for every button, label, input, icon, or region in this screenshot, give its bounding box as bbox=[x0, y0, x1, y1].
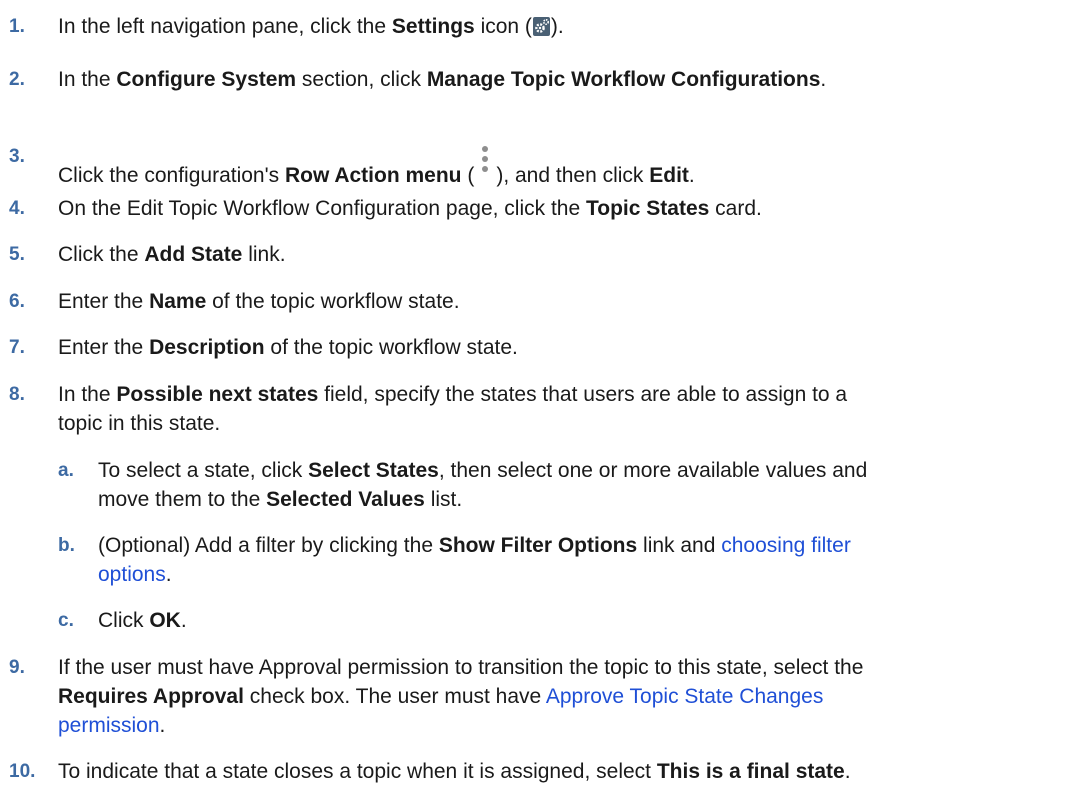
step-text: Enter the Description of the topic workf… bbox=[58, 336, 518, 359]
approve-topic-state-changes-link[interactable]: Approve Topic State Changes bbox=[546, 685, 823, 708]
step-number: 8. bbox=[9, 384, 25, 405]
step-text: If the user must have Approval permissio… bbox=[58, 656, 864, 737]
step-number: 2. bbox=[9, 69, 25, 90]
substep-text: Click OK. bbox=[98, 609, 187, 632]
step-number: 9. bbox=[9, 657, 25, 678]
kebab-menu-icon bbox=[478, 142, 492, 180]
step-text: To indicate that a state closes a topic … bbox=[58, 760, 851, 783]
substep-text: (Optional) Add a filter by clicking the … bbox=[98, 534, 851, 586]
substep-text: To select a state, click Select States, … bbox=[98, 459, 868, 511]
substep-letter: c. bbox=[58, 610, 74, 631]
step-text: Enter the Name of the topic workflow sta… bbox=[58, 290, 460, 313]
instruction-document: 1. In the left navigation pane, click th… bbox=[0, 0, 1084, 811]
substep-letter: b. bbox=[58, 535, 75, 556]
substep-letter: a. bbox=[58, 460, 74, 481]
step-number: 6. bbox=[9, 291, 25, 312]
step-number: 10. bbox=[9, 761, 36, 782]
step-text: On the Edit Topic Workflow Configuration… bbox=[58, 197, 762, 220]
choosing-filter-options-link-cont[interactable]: options bbox=[98, 563, 166, 586]
step-number: 4. bbox=[9, 198, 25, 219]
step-number: 1. bbox=[9, 16, 25, 37]
step-number: 3. bbox=[9, 146, 25, 167]
approve-topic-state-changes-link-cont[interactable]: permission bbox=[58, 714, 160, 737]
step-text: Click the configuration's Row Action men… bbox=[58, 142, 1062, 190]
choosing-filter-options-link[interactable]: choosing filter bbox=[721, 534, 851, 557]
step-text: Click the Add State link. bbox=[58, 243, 286, 266]
step-text: In the Configure System section, click M… bbox=[58, 68, 827, 91]
step-number: 5. bbox=[9, 244, 25, 265]
step-text: In the Possible next states field, speci… bbox=[58, 383, 848, 435]
step-number: 7. bbox=[9, 337, 25, 358]
settings-gear-icon bbox=[532, 17, 550, 36]
step-text: In the left navigation pane, click the S… bbox=[58, 15, 564, 38]
